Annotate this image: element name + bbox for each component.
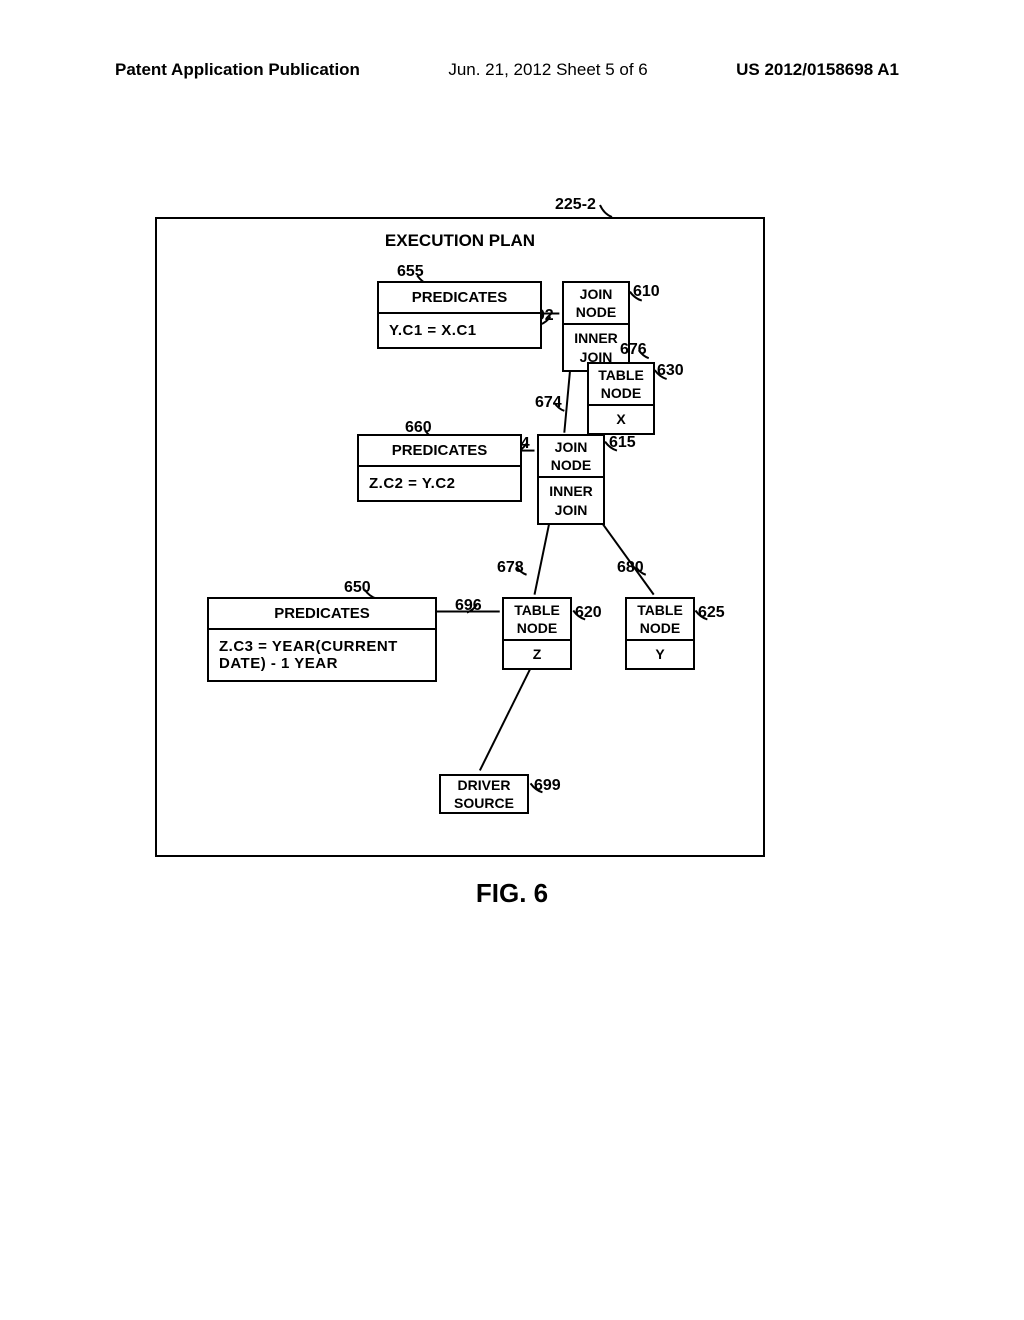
table-node-z-body: Z (504, 641, 570, 667)
publication-number: US 2012/0158698 A1 (736, 60, 899, 80)
table-node-y-body: Y (627, 641, 693, 667)
predicates-655-body: Y.C1 = X.C1 (379, 314, 540, 347)
ref-225-2: 225-2 (555, 196, 596, 214)
ref-678: 678 (497, 559, 524, 577)
predicates-660: PREDICATES Z.C2 = Y.C2 (357, 434, 522, 502)
execution-plan-box: EXECUTION PLAN (155, 217, 765, 857)
table-node-z-header: TABLE NODE (504, 599, 570, 641)
table-node-z: TABLE NODE Z (502, 597, 572, 670)
ref-655: 655 (397, 263, 424, 281)
driver-source-label: DRIVER SOURCE (441, 776, 527, 812)
ref-610: 610 (633, 283, 660, 301)
ref-650: 650 (344, 579, 371, 597)
predicates-660-header: PREDICATES (359, 436, 520, 467)
predicates-655-header: PREDICATES (379, 283, 540, 314)
figure-caption: FIG. 6 (0, 878, 1024, 909)
ref-630: 630 (657, 362, 684, 380)
table-node-y: TABLE NODE Y (625, 597, 695, 670)
table-node-x-body: X (589, 406, 653, 432)
ref-660: 660 (405, 419, 432, 437)
ref-625: 625 (698, 604, 725, 622)
join-node-610-header: JOIN NODE (564, 283, 628, 325)
predicates-650-header: PREDICATES (209, 599, 435, 630)
ref-615: 615 (609, 434, 636, 452)
predicates-650-body: Z.C3 = YEAR(CURRENT DATE) - 1 YEAR (209, 630, 435, 680)
table-node-x-header: TABLE NODE (589, 364, 653, 406)
ref-674: 674 (535, 394, 562, 412)
ref-699: 699 (534, 777, 561, 795)
table-node-y-header: TABLE NODE (627, 599, 693, 641)
ref-680: 680 (617, 559, 644, 577)
page-header: Patent Application Publication Jun. 21, … (115, 60, 899, 80)
join-node-615-header: JOIN NODE (539, 436, 603, 478)
date-sheet: Jun. 21, 2012 Sheet 5 of 6 (448, 60, 647, 80)
publication-type: Patent Application Publication (115, 60, 360, 80)
table-node-x: TABLE NODE X (587, 362, 655, 435)
ref-620: 620 (575, 604, 602, 622)
ref-696: 696 (455, 597, 482, 615)
join-node-615-body: INNER JOIN (539, 478, 603, 522)
driver-source: DRIVER SOURCE (439, 774, 529, 814)
predicates-650: PREDICATES Z.C3 = YEAR(CURRENT DATE) - 1… (207, 597, 437, 682)
ref-676: 676 (620, 341, 647, 359)
predicates-660-body: Z.C2 = Y.C2 (359, 467, 520, 500)
join-node-615: JOIN NODE INNER JOIN (537, 434, 605, 525)
predicates-655: PREDICATES Y.C1 = X.C1 (377, 281, 542, 349)
